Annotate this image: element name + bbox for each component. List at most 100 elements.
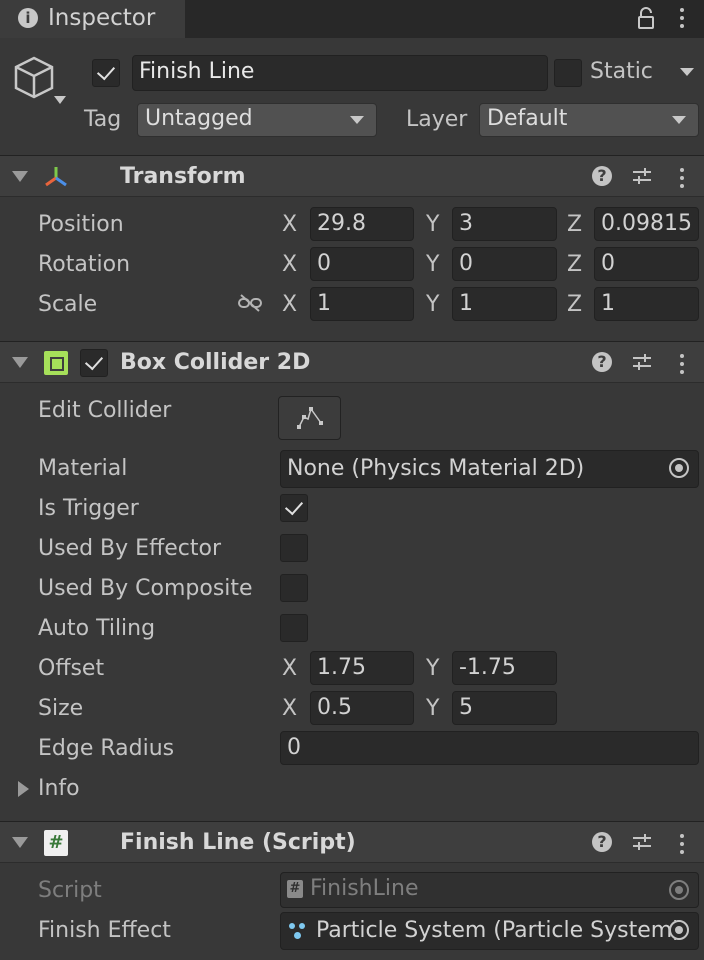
link-constrain-icon[interactable] xyxy=(237,293,263,313)
tag-value: Untagged xyxy=(145,106,253,131)
rotation-y-field[interactable]: 0 xyxy=(452,247,557,281)
object-picker-icon[interactable] xyxy=(669,458,689,478)
axis-label-y[interactable]: Y xyxy=(426,696,439,721)
info-label[interactable]: Info xyxy=(38,776,80,801)
scale-y-field[interactable]: 1 xyxy=(452,287,557,321)
object-picker-icon[interactable] xyxy=(669,920,689,940)
scale-label: Scale xyxy=(38,292,98,317)
used-by-effector-label: Used By Effector xyxy=(38,536,221,561)
rotation-x-field[interactable]: 0 xyxy=(310,247,414,281)
transform-header[interactable]: Transform ? xyxy=(0,155,704,197)
particle-system-icon xyxy=(287,921,309,941)
rotation-z-field[interactable]: 0 xyxy=(594,247,699,281)
auto-tiling-label: Auto Tiling xyxy=(38,616,156,641)
foldout-arrow-icon[interactable] xyxy=(12,171,28,182)
layer-label: Layer xyxy=(406,107,468,132)
size-y-field[interactable]: 5 xyxy=(452,691,557,725)
chevron-down-icon xyxy=(672,116,686,124)
layer-dropdown[interactable]: Default xyxy=(479,103,699,137)
scale-z-field[interactable]: 1 xyxy=(594,287,699,321)
help-icon[interactable]: ? xyxy=(592,352,612,372)
axis-label-x[interactable]: X xyxy=(282,696,297,721)
layer-value: Default xyxy=(487,106,568,131)
active-checkbox[interactable] xyxy=(92,59,120,87)
finish-effect-field[interactable]: Particle System (Particle System) xyxy=(280,912,699,950)
object-picker-icon xyxy=(669,880,689,900)
tab-menu-icon[interactable] xyxy=(680,8,684,12)
edge-radius-field[interactable]: 0 xyxy=(280,731,699,765)
component-menu-icon[interactable] xyxy=(680,834,684,838)
axis-label-z[interactable]: Z xyxy=(567,292,582,317)
axis-label-y[interactable]: Y xyxy=(426,252,439,277)
static-label: Static xyxy=(590,59,653,84)
presets-icon[interactable] xyxy=(632,166,652,186)
is-trigger-label: Is Trigger xyxy=(38,496,139,521)
script-label: Script xyxy=(38,878,102,903)
lock-icon[interactable] xyxy=(636,6,656,30)
axis-label-x[interactable]: X xyxy=(282,656,297,681)
material-field[interactable]: None (Physics Material 2D) xyxy=(280,450,699,488)
position-z-field[interactable]: 0.09815 xyxy=(594,207,699,241)
finish-effect-label: Finish Effect xyxy=(38,918,171,943)
script-component-header[interactable]: # Finish Line (Script) ? xyxy=(0,821,704,863)
material-label: Material xyxy=(38,456,128,481)
axis-label-z[interactable]: Z xyxy=(567,252,582,277)
axis-label-y[interactable]: Y xyxy=(426,292,439,317)
axis-label-z[interactable]: Z xyxy=(567,212,582,237)
gameobject-icon[interactable] xyxy=(12,54,68,110)
offset-x-field[interactable]: 1.75 xyxy=(310,651,414,685)
script-component-title: Finish Line (Script) xyxy=(120,830,356,855)
finish-effect-value: Particle System (Particle System) xyxy=(316,918,681,943)
script-field: # FinishLine xyxy=(280,872,699,908)
presets-icon[interactable] xyxy=(632,832,652,852)
rotation-label: Rotation xyxy=(38,252,131,277)
edge-radius-label: Edge Radius xyxy=(38,736,175,761)
help-icon[interactable]: ? xyxy=(592,166,612,186)
used-by-composite-checkbox[interactable] xyxy=(280,574,308,602)
tab-inspector[interactable]: i Inspector xyxy=(0,0,185,38)
foldout-arrow-icon[interactable] xyxy=(12,357,28,368)
size-x-field[interactable]: 0.5 xyxy=(310,691,414,725)
foldout-arrow-icon[interactable] xyxy=(12,837,28,848)
position-x-field[interactable]: 29.8 xyxy=(310,207,414,241)
transform-title: Transform xyxy=(120,164,246,189)
offset-label: Offset xyxy=(38,656,105,681)
axis-label-y[interactable]: Y xyxy=(426,656,439,681)
axis-label-y[interactable]: Y xyxy=(426,212,439,237)
static-checkbox[interactable] xyxy=(554,59,582,87)
help-icon[interactable]: ? xyxy=(592,832,612,852)
component-menu-icon[interactable] xyxy=(680,354,684,358)
transform-icon xyxy=(42,164,70,190)
axis-label-x[interactable]: X xyxy=(282,292,297,317)
axis-label-x[interactable]: X xyxy=(282,252,297,277)
edit-collider-label: Edit Collider xyxy=(38,398,172,423)
used-by-effector-checkbox[interactable] xyxy=(280,534,308,562)
tag-dropdown[interactable]: Untagged xyxy=(137,103,377,137)
position-y-field[interactable]: 3 xyxy=(452,207,557,241)
auto-tiling-checkbox[interactable] xyxy=(280,614,308,642)
info-foldout-arrow-icon[interactable] xyxy=(18,781,29,797)
tab-title: Inspector xyxy=(48,5,156,31)
edit-collider-button[interactable] xyxy=(278,396,341,440)
box-collider-icon xyxy=(44,351,68,375)
is-trigger-checkbox[interactable] xyxy=(280,494,308,522)
axis-label-x[interactable]: X xyxy=(282,212,297,237)
size-label: Size xyxy=(38,696,84,721)
presets-icon[interactable] xyxy=(632,352,652,372)
used-by-composite-label: Used By Composite xyxy=(38,576,253,601)
box-collider-header[interactable]: Box Collider 2D ? xyxy=(0,341,704,383)
box-collider-enabled-checkbox[interactable] xyxy=(80,349,108,377)
component-menu-icon[interactable] xyxy=(680,168,684,172)
material-value: None (Physics Material 2D) xyxy=(287,456,585,481)
info-icon: i xyxy=(18,8,38,28)
csharp-script-icon: # xyxy=(44,830,68,856)
edit-collider-icon xyxy=(295,405,325,431)
offset-y-field[interactable]: -1.75 xyxy=(452,651,557,685)
tag-label: Tag xyxy=(84,107,122,132)
object-name-field[interactable]: Finish Line xyxy=(132,55,548,91)
static-dropdown-arrow-icon[interactable] xyxy=(680,68,694,76)
box-collider-title: Box Collider 2D xyxy=(120,350,311,375)
scale-x-field[interactable]: 1 xyxy=(310,287,414,321)
script-value: FinishLine xyxy=(310,876,419,901)
chevron-down-icon xyxy=(350,116,364,124)
